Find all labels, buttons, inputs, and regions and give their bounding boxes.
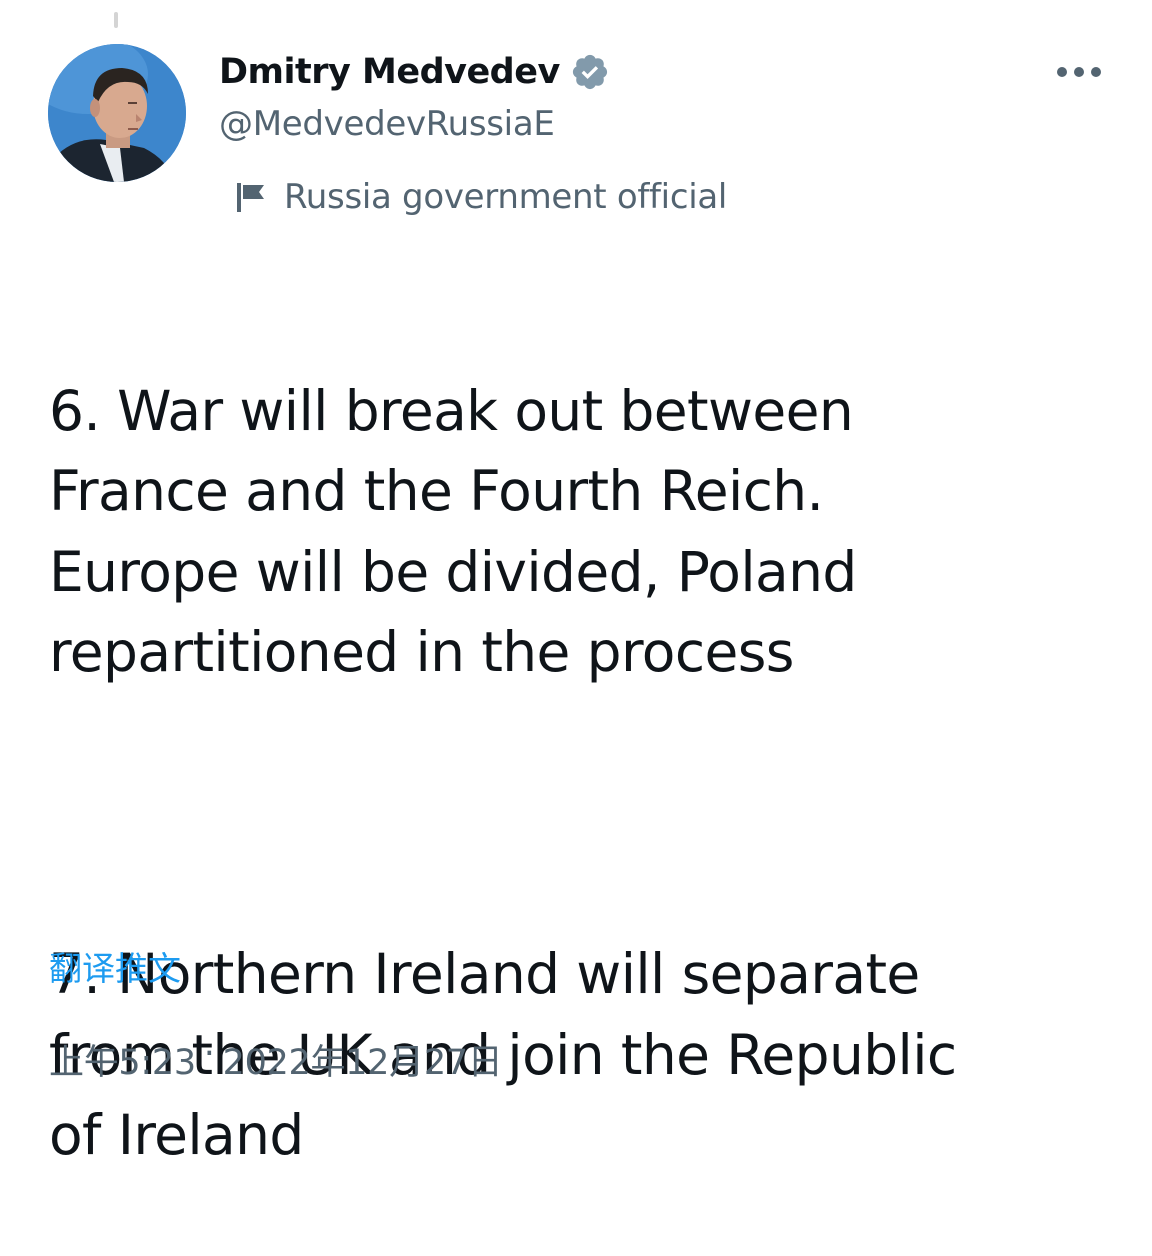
author-name-row: Dmitry Medvedev (219, 44, 610, 100)
tweet-date: 2022年12月27日 (222, 1043, 503, 1083)
more-dots-icon (1057, 67, 1101, 77)
top-edge-marker (114, 12, 118, 28)
translate-tweet-link[interactable]: 翻译推文 (49, 942, 181, 990)
tweet-body: 6. War will break out between France and… (49, 290, 1119, 1256)
flag-icon (234, 180, 268, 214)
tweet-timestamp[interactable]: 上午5:23 · 2022年12月27日 (49, 1034, 503, 1085)
author-display-name[interactable]: Dmitry Medvedev (219, 52, 560, 92)
profile-photo-icon (48, 44, 186, 182)
tweet-paragraph-1: 6. War will break out between France and… (49, 378, 857, 685)
tweet-detail: Dmitry Medvedev @MedvedevRussiaE Russia … (0, 0, 1152, 1167)
account-label[interactable]: Russia government official (234, 172, 727, 222)
verified-badge-icon (570, 52, 610, 92)
more-options-button[interactable] (1044, 50, 1114, 94)
avatar[interactable] (48, 44, 186, 182)
meta-separator: · (203, 1034, 215, 1074)
author-handle[interactable]: @MedvedevRussiaE (219, 104, 555, 144)
account-label-text: Russia government official (284, 177, 728, 217)
tweet-time: 上午5:23 (49, 1043, 196, 1083)
